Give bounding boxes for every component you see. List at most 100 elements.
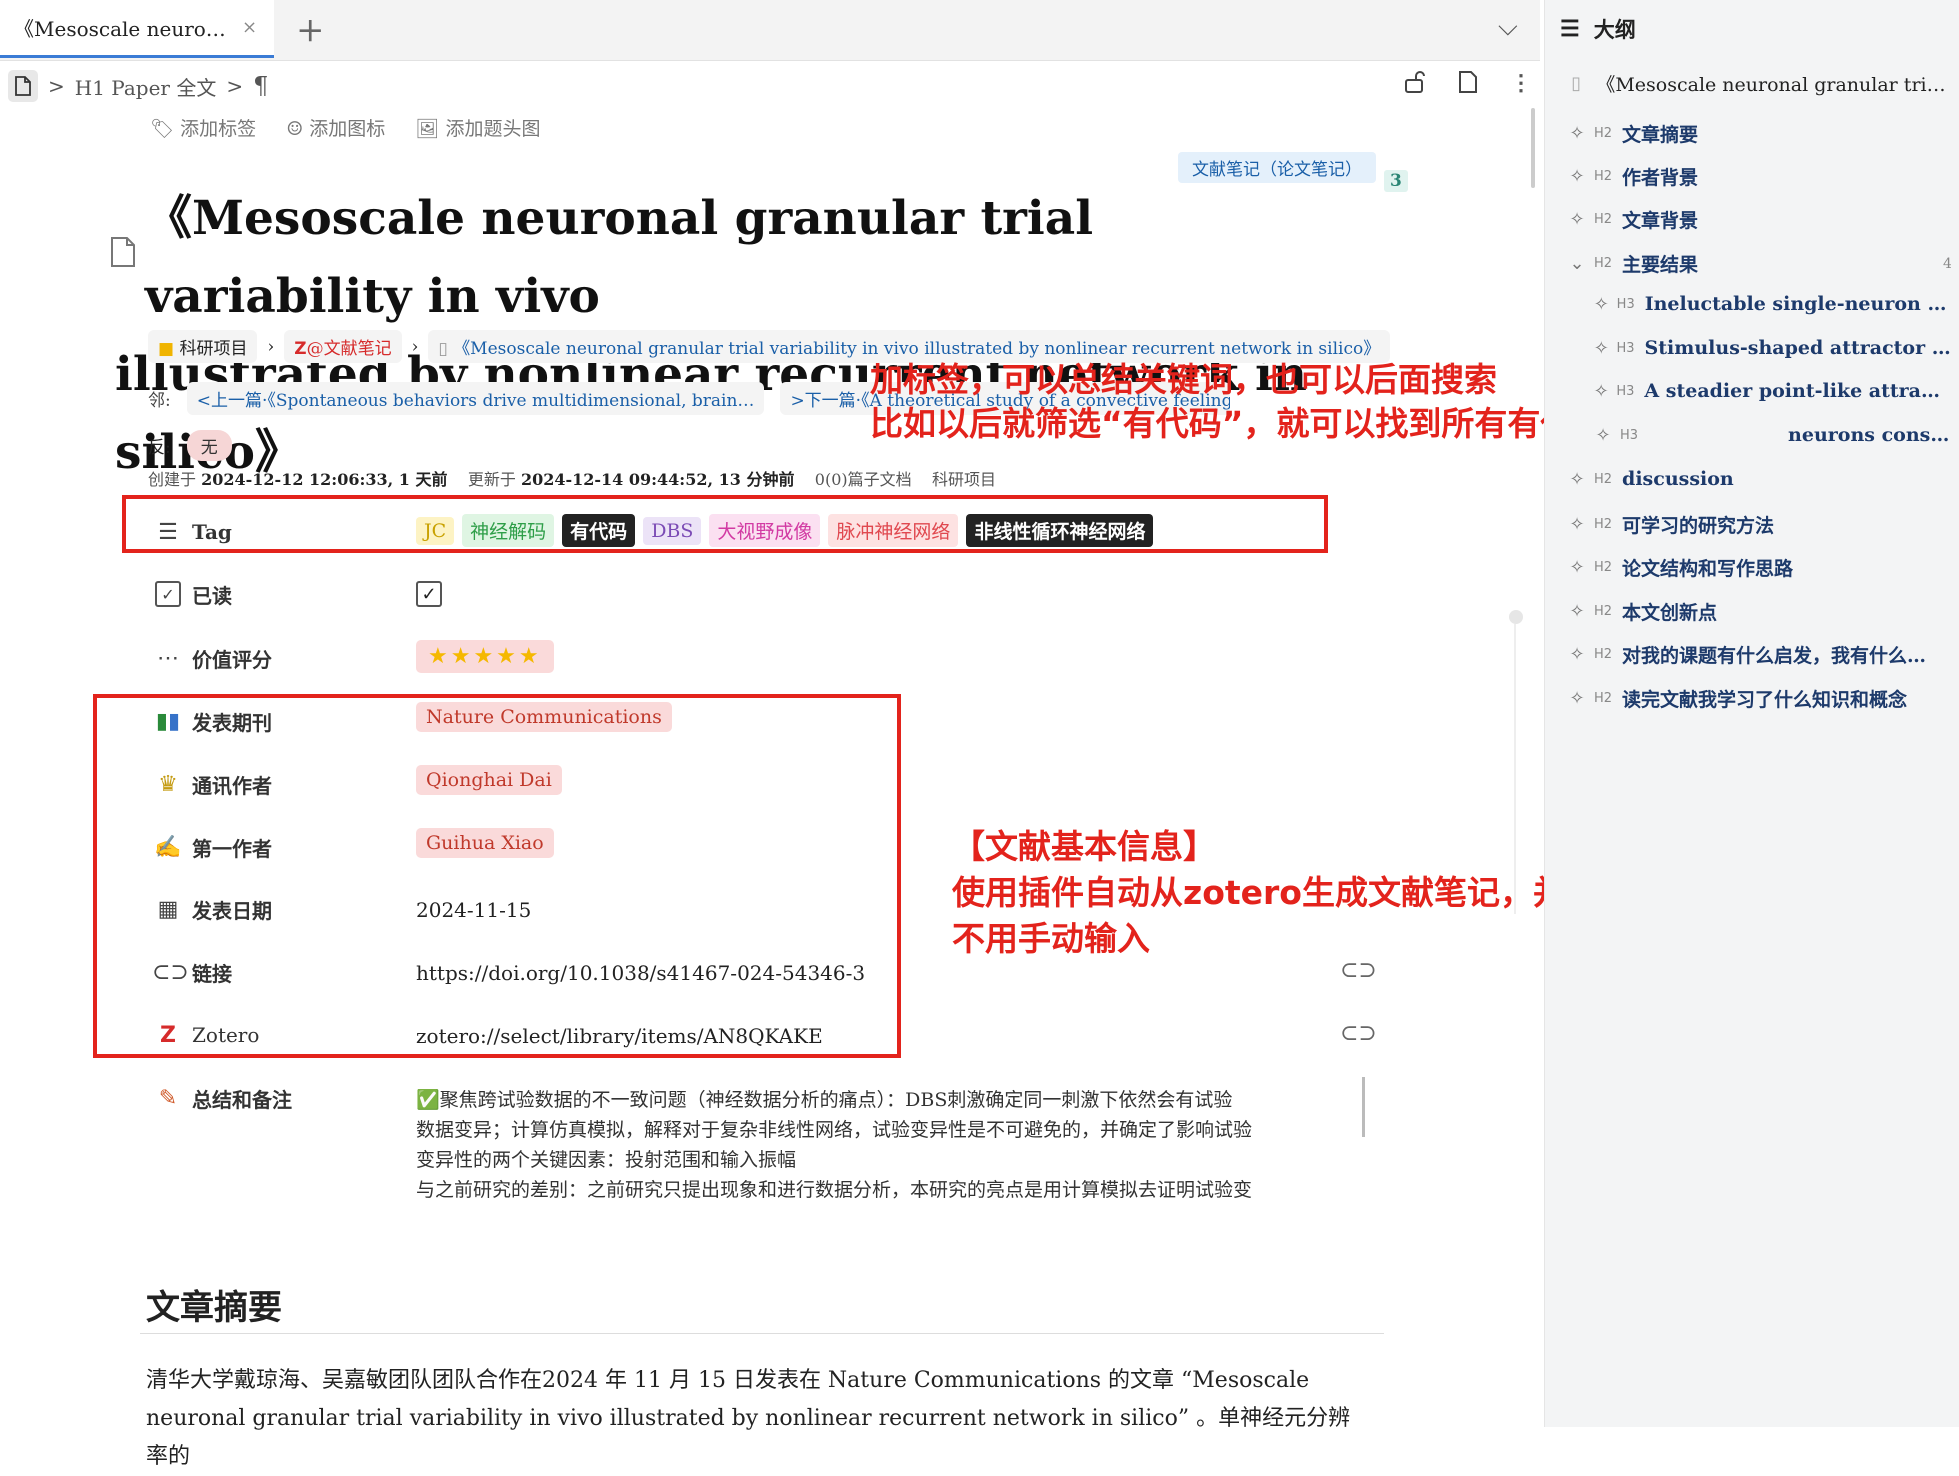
chevron-down-icon[interactable]: ⌄ — [1566, 253, 1588, 274]
read-check: ✓ — [416, 581, 442, 607]
created-label: 创建于 — [148, 470, 197, 489]
unlock-icon[interactable] — [1404, 70, 1426, 100]
outline-icon: ☰ — [1560, 16, 1580, 42]
outline-item-label: 论文结构和写作思路 — [1622, 558, 1794, 580]
attr-row-rating: ⋯ 价值评分 — [152, 638, 272, 678]
outline-item-label: 对我的课题有什么启发，我有什么… — [1622, 645, 1927, 667]
chevron-down-icon[interactable]: ⌵ — [1498, 12, 1518, 43]
outline-item[interactable]: ✧ H3 neurons cons… — [1592, 424, 1951, 446]
document-icon[interactable] — [110, 236, 136, 276]
move-icon: ✧ — [1595, 424, 1611, 446]
add-header-label: 添加题头图 — [445, 118, 541, 140]
heading-level: H3 — [1616, 340, 1635, 356]
move-icon: ✧ — [1569, 601, 1585, 622]
annotation-box-info — [93, 694, 901, 1058]
heading-level: H2 — [1594, 169, 1613, 184]
outline-item-label: 作者背景 — [1622, 167, 1699, 189]
move-icon: ✧ — [1593, 293, 1609, 315]
backlink-value[interactable]: 无 — [186, 430, 232, 461]
neighbor-label: 邻: — [148, 391, 171, 411]
subdoc-count: 0(0)篇子文档 — [814, 470, 912, 489]
attr-summary-label: 总结和备注 — [192, 1087, 292, 1112]
checkbox-icon: ✓ — [152, 581, 184, 608]
path-separator: › — [267, 336, 275, 357]
outline-item-label: discussion — [1622, 468, 1734, 490]
outline-item[interactable]: ✧ H2 本文创新点 — [1566, 598, 1951, 625]
move-icon: ✧ — [1593, 337, 1609, 359]
add-icon-button[interactable]: ☺ 添加图标 — [286, 114, 385, 141]
outline-item[interactable]: ▯ 《Mesoscale neuronal granular trial v… — [1566, 70, 1951, 97]
abstract-paragraph[interactable]: 清华大学戴琼海、吴嘉敏团队团队合作在2024 年 11 月 15 日发表在 Na… — [146, 1362, 1356, 1476]
outline-item-label: 主要结果 — [1622, 254, 1699, 276]
add-header-image-button[interactable]: 🖼 添加题头图 — [415, 114, 540, 141]
file-icon: ▯ — [438, 339, 448, 359]
editor-scrollbar[interactable] — [1531, 108, 1535, 188]
reference-count-badge[interactable]: 3 — [1384, 170, 1408, 192]
attr-row-summary: ✎ 总结和备注 — [152, 1078, 292, 1118]
prev-doc-link[interactable]: <上一篇·《Spontaneous behaviors drive multid… — [186, 382, 765, 415]
outline-item[interactable]: ✧ H2 读完文献我学习了什么知识和概念 — [1566, 685, 1951, 712]
section-heading-abstract[interactable]: 文章摘要 — [146, 1280, 282, 1329]
outline-item[interactable]: ⌄ H2 主要结果 4 — [1566, 250, 1951, 277]
notebook-tag[interactable]: 文献笔记（论文笔记） — [1178, 152, 1376, 183]
summary-line: ✅聚焦跨试验数据的不一致问题（神经数据分析的痛点）：DBS刺激确定同一刺激下依然… — [416, 1089, 1233, 1111]
heading-level: H2 — [1594, 126, 1613, 141]
rating-value[interactable]: ★★★★★ — [416, 640, 554, 673]
heading-level: H2 — [1594, 256, 1613, 271]
textarea-scrollbar[interactable] — [1362, 1077, 1365, 1137]
move-icon: ✧ — [1569, 557, 1585, 578]
breadcrumb: > H1 Paper 全文 > ¶ — [8, 66, 268, 106]
outline-item[interactable]: ✧ H2 discussion — [1566, 468, 1951, 490]
paragraph-icon[interactable]: ¶ — [253, 72, 268, 100]
tab-active-document[interactable]: 《Mesoscale neuronal granular trial varia… — [0, 0, 274, 58]
backlink-label: 反: — [148, 438, 171, 458]
read-checkbox[interactable]: ✓ — [416, 581, 442, 607]
outline-item-label: A steadier point-like attractor re… — [1644, 380, 1951, 402]
meta-notebook: 科研项目 — [932, 470, 997, 489]
title-line-1: 《Mesoscale neuronal granular trial varia… — [145, 191, 1094, 324]
outline-item[interactable]: ✧ H2 文章背景 — [1566, 206, 1951, 233]
path-notebook[interactable]: Z@文献笔记 — [284, 330, 402, 363]
path-folder-label: 科研项目 — [179, 339, 248, 359]
outline-item-label: 文章背景 — [1622, 210, 1699, 232]
more-icon[interactable]: ⋮ — [1510, 70, 1532, 100]
outline-item[interactable]: ✧ H3 Stimulus-shaped attractor mode… — [1592, 337, 1951, 359]
outline-item-label: Stimulus-shaped attractor mode… — [1644, 337, 1951, 359]
outline-item[interactable]: ✧ H2 论文结构和写作思路 — [1566, 554, 1951, 581]
heading-level: H2 — [1594, 604, 1613, 619]
file-icon[interactable] — [1458, 70, 1478, 100]
move-icon: ✧ — [1569, 123, 1585, 144]
outline-item[interactable]: ✧ H2 文章摘要 — [1566, 120, 1951, 147]
backlink-row: 反: 无 — [148, 430, 232, 461]
move-icon: ✧ — [1569, 166, 1585, 187]
file-icon: ▯ — [1571, 73, 1582, 94]
summary-textarea[interactable]: ✅聚焦跨试验数据的不一致问题（神经数据分析的痛点）：DBS刺激确定同一刺激下依然… — [416, 1085, 1342, 1211]
move-icon: ✧ — [1569, 209, 1585, 230]
toolbar-icons: ⋮ — [1404, 70, 1532, 100]
rating-stars: ★★★★★ — [416, 640, 554, 673]
move-icon: ✧ — [1569, 468, 1585, 490]
path-folder[interactable]: ■ 科研项目 — [148, 330, 258, 363]
open-link-icon[interactable]: ⊂⊃ — [1340, 1021, 1377, 1046]
document-icon[interactable] — [8, 70, 38, 102]
scroll-handle[interactable] — [1509, 610, 1523, 624]
outline-item-label: 可学习的研究方法 — [1622, 515, 1775, 537]
outline-item[interactable]: ✧ H3 A steadier point-like attractor re… — [1592, 380, 1951, 402]
document-meta: 创建于 2024-12-12 12:06:33, 1 天前 更新于 2024-1… — [148, 466, 996, 490]
rating-icon: ⋯ — [157, 645, 179, 671]
add-options-row: 🏷 添加标签 ☺ 添加图标 🖼 添加题头图 — [150, 114, 540, 141]
zotero-icon: Z — [294, 339, 307, 359]
breadcrumb-heading[interactable]: H1 Paper 全文 — [75, 72, 217, 101]
outline-item[interactable]: ✧ H2 对我的课题有什么启发，我有什么… — [1566, 641, 1951, 668]
add-tab-icon[interactable]: + — [296, 10, 325, 50]
outline-item-label: 读完文献我学习了什么知识和概念 — [1622, 689, 1908, 711]
close-icon[interactable]: × — [242, 17, 257, 38]
outline-item[interactable]: ✧ H3 Ineluctable single-neuron and p… — [1592, 293, 1951, 315]
heading-level: H2 — [1594, 471, 1613, 487]
outline-item[interactable]: ✧ H2 作者背景 — [1566, 163, 1951, 190]
outline-item[interactable]: ✧ H2 可学习的研究方法 — [1566, 511, 1951, 538]
path-document-label: 《Mesoscale neuronal granular trial varia… — [453, 339, 1381, 359]
scroll-track — [1514, 624, 1516, 914]
add-tag-button[interactable]: 🏷 添加标签 — [150, 114, 256, 141]
updated-value: 2024-12-14 09:44:52, 13 分钟前 — [520, 470, 795, 489]
